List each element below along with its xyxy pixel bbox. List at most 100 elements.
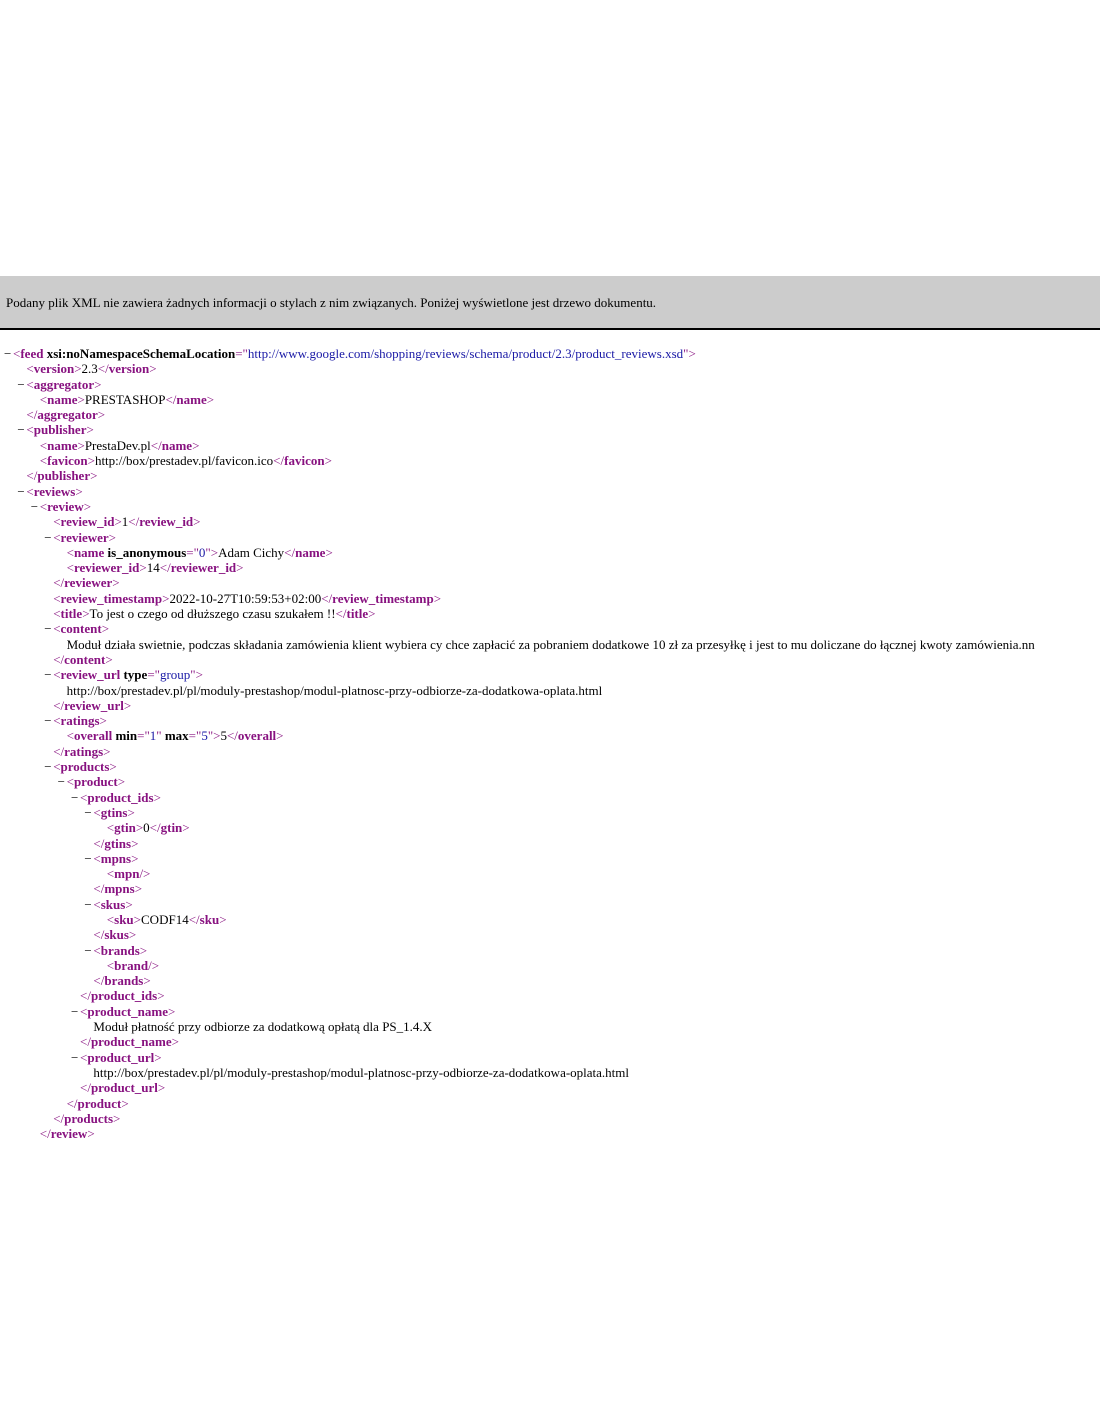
xml-line-content: <feed xsi:noNamespaceSchemaLocation="htt… [13,346,696,361]
tag-name: product_url [90,1080,158,1096]
xml-tree-line: − <reviews> [0,484,1100,499]
xml-line-content: http://box/prestadev.pl/pl/moduly-presta… [93,1065,629,1080]
tag-name: favicon [47,453,88,469]
tag-bracket: < [53,667,61,683]
tag-name: brand [114,957,149,973]
tag-bracket: > [113,1110,121,1126]
xml-line-content: <product_url> [80,1050,162,1065]
collapse-toggle-icon[interactable]: − [44,621,51,636]
collapse-toggle-icon[interactable]: − [44,530,51,545]
xml-tree-line: <brand/> [0,958,1100,973]
tag-bracket: </ [53,743,65,759]
xml-tree-line: </product_ids> [0,988,1100,1003]
xml-line-content: <reviews> [26,484,82,499]
collapse-toggle-icon[interactable]: − [17,422,24,437]
tag-bracket: </ [26,468,38,484]
tag-bracket: "> [207,728,221,744]
collapse-toggle-icon[interactable]: − [84,805,91,820]
tag-bracket: > [125,896,133,912]
text-node: 2.3 [81,361,98,377]
tag-bracket: > [171,1034,179,1050]
tag-bracket: "> [205,544,219,560]
xml-line-content: <title>To jest o czego od dłuższego czas… [53,606,375,621]
tag-name: product_name [90,1034,172,1050]
collapse-toggle-icon[interactable]: − [17,377,24,392]
tag-name: product_name [87,1003,168,1019]
xml-line-content: </publisher> [26,468,97,483]
xml-line-content: <mpns> [93,851,138,866]
xml-tree-line: </skus> [0,927,1100,942]
tag-bracket: > [114,514,122,530]
collapse-toggle-icon[interactable]: − [58,774,65,789]
text-node: 14 [146,560,160,576]
xml-tree-line: <review_timestamp>2022-10-27T10:59:53+02… [0,591,1100,606]
collapse-toggle-icon[interactable]: − [71,790,78,805]
collapse-toggle-icon[interactable]: − [4,346,11,361]
tag-name: name [47,391,78,407]
xml-line-content: </product_ids> [80,988,165,1003]
tag-name: skus [104,927,129,943]
tag-bracket: > [97,407,106,423]
tag-bracket: < [93,896,101,912]
tag-bracket: > [133,911,142,927]
collapse-toggle-icon[interactable]: − [71,1050,78,1065]
tag-name: review_url [64,697,124,713]
tag-bracket: > [276,728,284,744]
xml-tree-line: </reviewer> [0,575,1100,590]
tag-name: products [64,1110,114,1126]
tag-bracket: < [66,774,74,790]
xml-tree-line: </gtins> [0,836,1100,851]
xml-tree-line: − <gtins> [0,805,1100,820]
tag-bracket: < [53,606,61,622]
tag-bracket: </ [26,407,38,423]
xml-tree-line: <reviewer_id>14</reviewer_id> [0,560,1100,575]
tag-name: ratings [64,743,104,759]
tag-bracket: </ [39,1126,51,1142]
tag-bracket: < [53,529,61,545]
collapse-toggle-icon[interactable]: − [17,484,24,499]
tag-bracket: </ [165,391,177,407]
xml-tree-line: − <review> [0,499,1100,514]
xml-line-content: <publisher> [26,422,93,437]
collapse-toggle-icon[interactable]: − [44,759,51,774]
collapse-toggle-icon[interactable]: − [44,667,51,682]
xml-tree-line: − <content> [0,621,1100,636]
collapse-toggle-icon[interactable]: − [84,851,91,866]
tag-bracket: < [53,514,61,530]
tag-bracket: > [99,713,107,729]
xml-tree-line: − <publisher> [0,422,1100,437]
xml-line-content: <review_url type="group"> [53,667,203,682]
tag-bracket: > [325,544,333,560]
xml-line-content: <gtins> [93,805,134,820]
collapse-toggle-icon[interactable]: − [84,943,91,958]
xml-line-content: </review> [40,1126,95,1141]
xml-tree-line: http://box/prestadev.pl/pl/moduly-presta… [0,1065,1100,1080]
tag-name: aggregator [33,376,95,392]
text-node: Adam Cichy [218,544,285,560]
xml-line-content: <ratings> [53,713,107,728]
collapse-toggle-icon[interactable]: − [44,713,51,728]
xml-line-content: http://box/prestadev.pl/pl/moduly-presta… [67,683,603,698]
tag-bracket: > [134,881,143,897]
xml-line-content: <name is_anonymous="0">Adam Cichy</name> [67,545,333,560]
tag-bracket: > [94,376,102,392]
collapse-toggle-icon[interactable]: − [84,897,91,912]
collapse-toggle-icon[interactable]: − [31,499,38,514]
collapse-toggle-icon[interactable]: − [71,1004,78,1019]
tag-bracket: </ [66,1095,78,1111]
tag-bracket: > [182,820,190,836]
xml-tree-line: </product_name> [0,1034,1100,1049]
tag-name: gtins [100,804,128,820]
tag-bracket: </ [80,1034,91,1050]
tag-name: product_ids [90,988,158,1004]
tag-bracket: </ [188,911,200,927]
xml-line-content: <name>PRESTASHOP</name> [40,392,214,407]
attribute-value: http://www.google.com/shopping/reviews/s… [247,346,684,361]
tag-name: review [47,498,84,514]
tag-name: reviewer [60,529,109,545]
xml-tree-line: <overall min="1" max="5">5</overall> [0,728,1100,743]
tag-bracket: < [26,483,34,499]
tag-name: gtin [114,820,136,836]
tag-bracket: > [219,911,227,927]
xml-line-content: <version>2.3</version> [26,361,156,376]
